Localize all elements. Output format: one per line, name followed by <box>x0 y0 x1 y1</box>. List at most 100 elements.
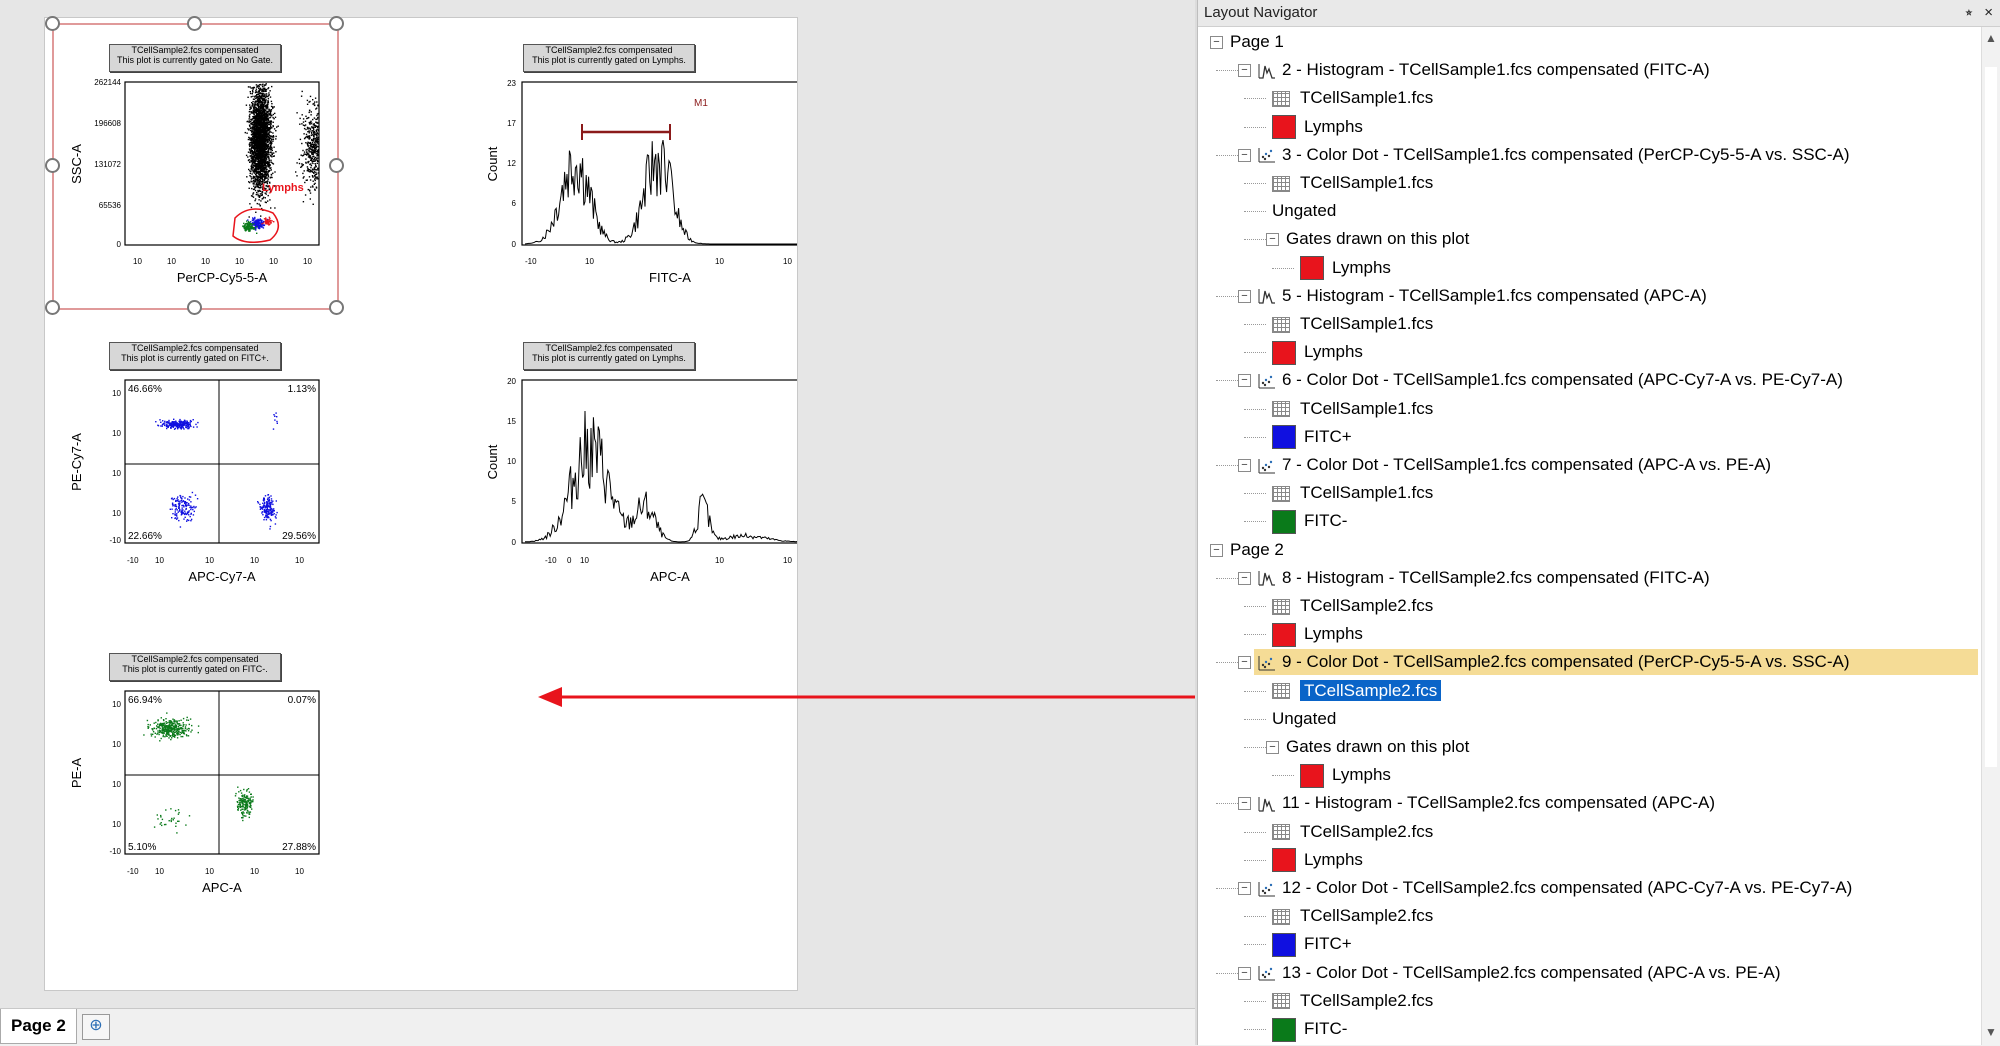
collapse-toggle-icon[interactable]: − <box>1238 797 1251 811</box>
event-dot <box>164 420 166 423</box>
event-dot <box>314 179 316 182</box>
event-dot <box>301 123 303 125</box>
tree-row[interactable]: 6 - Color Dot - TCellSample1.fcs compens… <box>1258 367 1843 393</box>
tree-row[interactable]: Gates drawn on this plot <box>1286 734 1469 760</box>
collapse-toggle-icon[interactable]: − <box>1266 741 1279 754</box>
event-dot <box>160 816 162 818</box>
tree-row[interactable]: Lymphs <box>1300 255 1391 281</box>
event-dot <box>147 727 149 729</box>
histogram-1[interactable]: M1 23 17 12 6 0 -10 10 10 10 FITC-A Coun… <box>485 79 797 285</box>
layout-page[interactable]: TCellSample2.fcs compensated This plot i… <box>44 16 798 991</box>
tree-row[interactable]: Lymphs <box>1272 114 1363 140</box>
collapse-toggle-icon[interactable]: − <box>1238 374 1251 388</box>
tree-row[interactable]: 8 - Histogram - TCellSample2.fcs compens… <box>1258 565 1710 591</box>
tree-row[interactable]: 13 - Color Dot - TCellSample2.fcs compen… <box>1258 960 1781 986</box>
tree-row[interactable]: TCellSample2.fcs <box>1272 819 1433 845</box>
collapse-toggle-icon[interactable]: − <box>1238 64 1251 78</box>
tree-row[interactable]: 2 - Histogram - TCellSample1.fcs compens… <box>1258 57 1710 83</box>
vertical-scrollbar[interactable]: ▲ ▼ <box>1981 27 2000 1045</box>
tree-row[interactable]: TCellSample2.fcs <box>1272 903 1433 929</box>
event-dot <box>247 96 249 98</box>
event-dot <box>307 188 309 191</box>
event-dot <box>314 141 316 144</box>
tree-row[interactable]: Gates drawn on this plot <box>1286 226 1469 252</box>
event-dot <box>301 163 303 165</box>
tree-row[interactable]: TCellSample1.fcs <box>1272 480 1433 506</box>
event-dot <box>263 96 265 98</box>
event-dot <box>189 423 191 425</box>
tree-row[interactable]: 9 - Color Dot - TCellSample2.fcs compens… <box>1254 649 1978 676</box>
tree-row[interactable]: Page 2 <box>1230 537 1284 563</box>
tree-row[interactable]: 5 - Histogram - TCellSample1.fcs compens… <box>1258 283 1707 309</box>
dotplot-2[interactable]: 46.66% 1.13% 22.66% 29.56% 10 10 10 10 -… <box>69 379 320 584</box>
tree-row[interactable]: Page 1 <box>1230 29 1284 55</box>
tree-row[interactable]: TCellSample2.fcs <box>1272 988 1433 1014</box>
tree-row[interactable]: TCellSample1.fcs <box>1272 170 1433 196</box>
tree-row[interactable]: Lymphs <box>1300 762 1391 788</box>
collapse-toggle-icon[interactable]: − <box>1238 571 1251 585</box>
tree-row[interactable]: TCellSample2.fcs <box>1272 593 1433 619</box>
tree-connector <box>1272 775 1294 777</box>
collapse-toggle-icon[interactable]: − <box>1238 148 1251 162</box>
event-dot <box>313 126 315 128</box>
dotplot-1[interactable]: Lymphs 262144 196608 131072 65536 0 10 1… <box>69 78 320 285</box>
layout-workspace[interactable]: TCellSample2.fcs compensated This plot i… <box>0 0 1300 1046</box>
collapse-toggle-icon[interactable]: − <box>1210 36 1223 49</box>
event-dot <box>257 175 260 177</box>
tree-row[interactable]: 3 - Color Dot - TCellSample1.fcs compens… <box>1258 142 1849 168</box>
tree-row[interactable]: TCellSample1.fcs <box>1272 85 1433 111</box>
tree-row[interactable]: FITC+ <box>1272 931 1352 957</box>
event-dot <box>183 518 185 520</box>
event-dot <box>250 137 253 139</box>
collapse-toggle-icon[interactable]: − <box>1238 459 1251 472</box>
tree-row[interactable]: TCellSample2.fcs <box>1272 678 1442 704</box>
tree-row[interactable]: 12 - Color Dot - TCellSample2.fcs compen… <box>1258 875 1852 901</box>
collapse-toggle-icon[interactable]: − <box>1238 289 1251 303</box>
event-dot <box>273 128 276 130</box>
add-page-icon[interactable]: ⊕ <box>82 1014 110 1040</box>
event-dot <box>265 89 267 91</box>
event-dot <box>262 111 264 113</box>
collapse-toggle-icon[interactable]: − <box>1238 966 1251 980</box>
event-dot <box>240 801 243 803</box>
event-dot <box>270 495 272 497</box>
event-dot <box>257 502 260 504</box>
event-dot <box>186 520 188 522</box>
tree-row[interactable]: Lymphs <box>1272 847 1363 873</box>
event-dot <box>171 735 173 737</box>
tab-page-2[interactable]: Page 2 <box>0 1009 77 1044</box>
tree-row[interactable]: Lymphs <box>1272 621 1363 647</box>
scroll-down-icon[interactable]: ▼ <box>1985 1025 1997 1039</box>
event-dot <box>252 193 254 195</box>
event-dot <box>250 123 252 125</box>
navigator-tree[interactable]: − Page 1−2 - Histogram - TCellSample1.fcs… <box>1198 27 1981 1045</box>
pin-icon[interactable]: ⭒ <box>1965 0 1973 26</box>
tree-row[interactable]: FITC- <box>1272 1016 1347 1042</box>
scroll-up-icon[interactable]: ▲ <box>1985 31 1997 45</box>
tree-row[interactable]: TCellSample1.fcs <box>1272 311 1433 337</box>
y-tick: 10 <box>112 509 121 518</box>
y-tick: 10 <box>112 389 121 398</box>
event-dot <box>307 144 309 146</box>
collapse-toggle-icon[interactable]: − <box>1238 656 1251 670</box>
event-dot <box>239 789 242 792</box>
tree-row[interactable]: Lymphs <box>1272 339 1363 365</box>
tree-row[interactable]: Ungated <box>1272 706 1336 732</box>
tree-row[interactable]: TCellSample1.fcs <box>1272 396 1433 422</box>
tree-row[interactable]: 11 - Histogram - TCellSample2.fcs compen… <box>1258 790 1715 816</box>
event-dot <box>270 109 273 111</box>
tree-row[interactable]: FITC+ <box>1272 424 1352 450</box>
tree-row[interactable]: 7 - Color Dot - TCellSample1.fcs compens… <box>1258 452 1771 478</box>
collapse-toggle-icon[interactable]: − <box>1266 233 1279 247</box>
close-icon[interactable]: × <box>1984 0 1993 26</box>
event-dot <box>154 732 156 734</box>
collapse-toggle-icon[interactable]: − <box>1238 882 1251 895</box>
scroll-thumb[interactable] <box>1985 67 1997 767</box>
collapse-toggle-icon[interactable]: − <box>1210 543 1223 557</box>
event-dot <box>251 121 254 124</box>
tree-row[interactable]: Ungated <box>1272 198 1336 224</box>
histogram-2[interactable]: 20 15 10 5 0 -10 0 10 10 10 APC-A Count <box>485 377 797 584</box>
dotplot-3[interactable]: 66.94% 0.07% 5.10% 27.88% 10 10 10 10 -1… <box>69 690 320 895</box>
tree-row[interactable]: FITC- <box>1272 508 1347 534</box>
event-dot <box>176 497 178 500</box>
